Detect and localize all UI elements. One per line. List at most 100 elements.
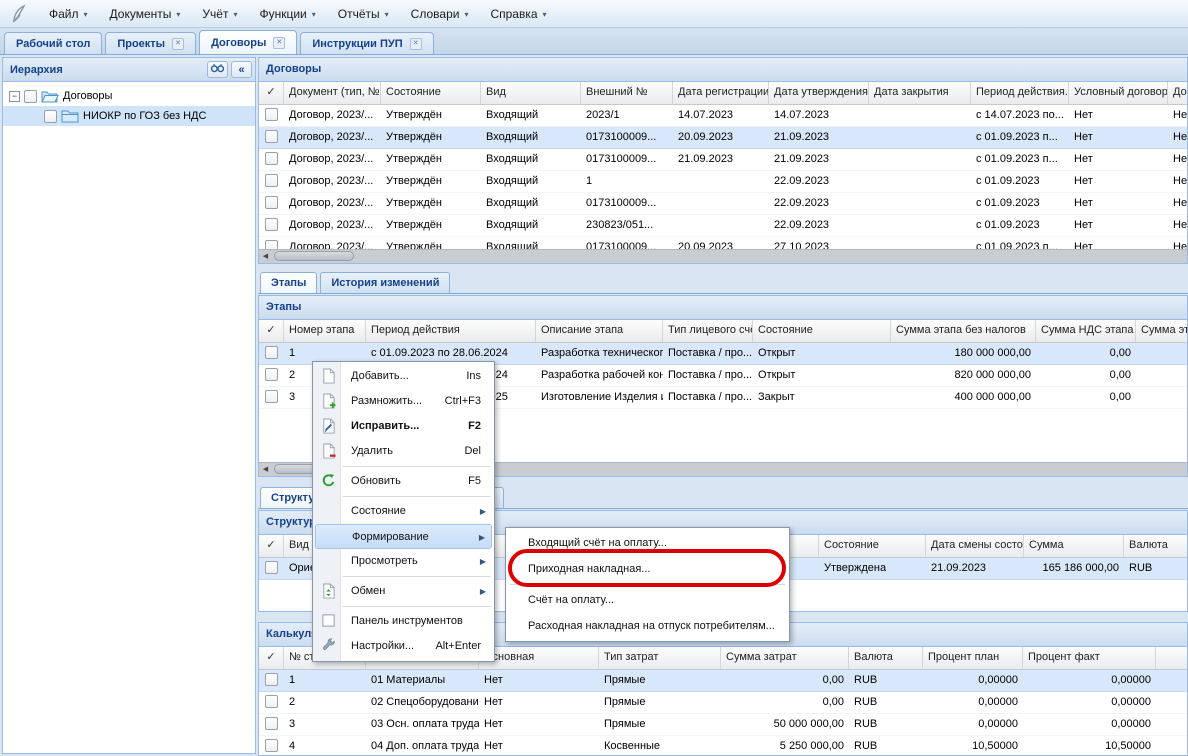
row-checkbox[interactable] [265,174,278,187]
context-menu-item[interactable]: Исправить...F2 [315,414,492,439]
submenu-item[interactable]: Расходная накладная на отпуск потребител… [506,613,789,639]
scroll-left-icon[interactable]: ◀ [259,250,272,263]
column-header[interactable]: Период действия.. [971,82,1069,104]
row-checkbox[interactable] [265,673,278,686]
context-menu-item[interactable]: УдалитьDel [315,439,492,464]
context-menu-item[interactable]: Панель инструментов [315,609,492,634]
column-header[interactable]: Номер этапа [284,320,366,342]
tree-node[interactable]: −Договоры [3,86,255,106]
column-header[interactable]: Дата смены состоя [926,535,1024,557]
formirovanie-submenu: Входящий счёт на оплату...Приходная накл… [505,527,790,642]
row-checkbox[interactable] [265,368,278,381]
context-menu-item[interactable]: Добавить...Ins [315,364,492,389]
column-header[interactable]: Валюта [1124,535,1188,557]
table-row[interactable]: Договор, 2023/...УтверждёнВходящий122.09… [259,171,1187,193]
tree-checkbox[interactable] [44,110,57,123]
main-tab[interactable]: Проекты✕ [105,32,196,54]
column-header[interactable]: Основная [479,647,599,669]
menubar-item[interactable]: Справка▾ [479,3,557,25]
main-tab[interactable]: Договоры✕ [199,30,297,54]
menubar-item[interactable]: Отчёты▾ [327,3,400,25]
column-header[interactable]: Сумма этапа без налогов [891,320,1036,342]
tree-checkbox[interactable] [24,90,37,103]
column-header[interactable]: Валюта [849,647,923,669]
submenu-item[interactable]: Счёт на оплату... [506,587,789,613]
row-checkbox[interactable] [265,130,278,143]
table-row[interactable]: Договор, 2023/...УтверждёнВходящий017310… [259,127,1187,149]
menubar-item[interactable]: Файл▾ [38,3,99,25]
table-row[interactable]: 202 СпецоборудованиеНетПрямые0,00RUB0,00… [259,692,1187,714]
context-menu-item[interactable]: ОбновитьF5 [315,469,492,494]
table-row[interactable]: Договор, 2023/...УтверждёнВходящий017310… [259,193,1187,215]
close-icon[interactable]: ✕ [273,37,285,49]
column-header[interactable]: Условный договор [1069,82,1168,104]
row-checkbox[interactable] [265,695,278,708]
row-checkbox[interactable] [265,717,278,730]
table-row[interactable]: Договор, 2023/...УтверждёнВходящий017310… [259,149,1187,171]
column-header[interactable]: Период действия [366,320,536,342]
column-header[interactable]: Сумма [1024,535,1124,557]
column-header[interactable]: Дог [1168,82,1188,104]
column-header[interactable]: ✓ [259,647,284,669]
column-header[interactable]: Процент план [923,647,1023,669]
row-checkbox[interactable] [265,196,278,209]
scrollbar-thumb[interactable] [274,251,354,261]
column-header[interactable]: ✓ [259,535,284,557]
context-menu-item[interactable]: Обмен▶ [315,579,492,604]
context-menu-item[interactable]: Формирование▶ [315,524,492,549]
main-tab[interactable]: Рабочий стол [4,32,102,54]
column-header[interactable]: Вид [481,82,581,104]
main-tab[interactable]: Инструкции ПУП✕ [300,32,433,54]
context-menu-item[interactable]: Состояние▶ [315,499,492,524]
column-header[interactable]: Состояние [381,82,481,104]
column-header[interactable]: Состояние [753,320,891,342]
context-menu-item[interactable]: Просмотреть▶ [315,549,492,574]
menubar-item[interactable]: Документы▾ [99,3,192,25]
column-header[interactable] [1156,647,1188,669]
close-icon[interactable]: ✕ [172,38,184,50]
context-menu-item[interactable]: Настройки...Alt+Enter [315,634,492,659]
context-menu-item[interactable]: Размножить...Ctrl+F3 [315,389,492,414]
menubar-item[interactable]: Функции▾ [248,3,326,25]
column-header[interactable]: Дата закрытия [869,82,971,104]
table-row[interactable]: Договор, 2023/...УтверждёнВходящий2023/1… [259,105,1187,127]
column-header[interactable]: Сумма затрат [721,647,849,669]
stages-subtab[interactable]: Этапы [260,272,317,293]
close-icon[interactable]: ✕ [410,38,422,50]
tree-node[interactable]: НИОКР по ГОЗ без НДС [3,106,255,126]
horizontal-scrollbar[interactable]: ◀ [259,249,1187,263]
column-header[interactable]: Описание этапа [536,320,663,342]
column-header[interactable]: Тип лицевого счёт [663,320,753,342]
binoculars-button[interactable] [207,61,228,78]
collapse-button[interactable]: « [231,61,252,78]
table-row[interactable]: 404 Доп. оплата трудаНетКосвенные5 250 0… [259,736,1187,756]
table-row[interactable]: Договор, 2023/...УтверждёнВходящий230823… [259,215,1187,237]
column-header[interactable]: Тип затрат [599,647,721,669]
stages-subtab[interactable]: История изменений [320,272,450,293]
column-header[interactable]: Дата утверждения [769,82,869,104]
column-header[interactable]: ✓ [259,320,284,342]
menubar-item[interactable]: Словари▾ [400,3,480,25]
row-checkbox[interactable] [265,346,278,359]
row-checkbox[interactable] [265,390,278,403]
column-header[interactable]: Сумма НДС этапа [1036,320,1136,342]
row-checkbox[interactable] [265,561,278,574]
row-checkbox[interactable] [265,218,278,231]
column-header[interactable]: Внешний № [581,82,673,104]
row-checkbox[interactable] [265,108,278,121]
menubar-item[interactable]: Учёт▾ [191,3,248,25]
column-header[interactable]: ✓ [259,82,284,104]
scroll-left-icon[interactable]: ◀ [259,463,272,476]
submenu-item[interactable]: Входящий счёт на оплату... [506,530,789,556]
table-row[interactable]: 101 МатериалыНетПрямые0,00RUB0,000000,00… [259,670,1187,692]
tree-expander-icon[interactable]: − [9,91,20,102]
column-header[interactable]: Состояние [819,535,926,557]
submenu-item-annotated[interactable]: Приходная накладная... [506,556,789,582]
table-row[interactable]: 303 Осн. оплата трудаНетПрямые50 000 000… [259,714,1187,736]
column-header[interactable]: Дата регистрации. [673,82,769,104]
row-checkbox[interactable] [265,739,278,752]
column-header[interactable]: Документ (тип, № [284,82,381,104]
column-header[interactable]: Процент факт [1023,647,1156,669]
row-checkbox[interactable] [265,152,278,165]
column-header[interactable]: Сумма эт [1136,320,1188,342]
